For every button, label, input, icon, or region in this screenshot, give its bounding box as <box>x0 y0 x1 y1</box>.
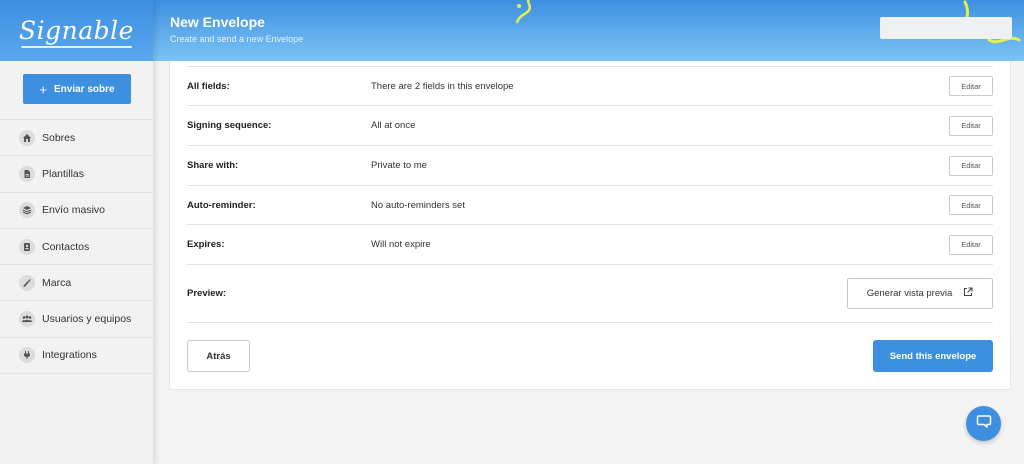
row-value: There are 2 fields in this envelope <box>371 80 514 92</box>
sidebar-item-integrations[interactable]: Integrations <box>0 338 153 375</box>
page-title: New Envelope <box>170 14 265 30</box>
sidebar-item-plantillas[interactable]: Plantillas <box>0 156 153 193</box>
sidebar-item-envio-masivo[interactable]: Envío masivo <box>0 193 153 229</box>
plus-icon: + <box>39 81 47 97</box>
external-link-icon <box>963 287 973 300</box>
users-icon <box>19 311 35 328</box>
send-envelope-label: Enviar sobre <box>54 83 115 95</box>
envelope-summary-card: All fields: There are 2 fields in this e… <box>169 61 1011 390</box>
page-header: New Envelope Create and send a new Envel… <box>153 0 1024 61</box>
edit-signing-sequence-button[interactable]: Editar <box>949 115 993 136</box>
chat-bubble-icon <box>976 413 992 434</box>
sidebar-item-contactos[interactable]: Contactos <box>0 229 153 266</box>
detail-row-all-fields: All fields: There are 2 fields in this e… <box>187 66 993 105</box>
row-value: Will not expire <box>371 239 431 250</box>
generate-preview-label: Generar vista previa <box>866 288 953 299</box>
row-value: Private to me <box>371 160 427 171</box>
sidebar-item-sobres[interactable]: Sobres <box>0 120 153 157</box>
edit-expires-button[interactable]: Editar <box>949 234 993 255</box>
plug-icon <box>19 347 35 364</box>
support-chat-button[interactable] <box>966 406 1001 441</box>
home-icon <box>19 129 35 146</box>
row-label: Signing sequence: <box>187 120 272 131</box>
sidebar-item-label: Marca <box>42 276 72 289</box>
logo-bar: Signable <box>0 0 153 61</box>
sidebar-item-marca[interactable]: Marca <box>0 265 153 302</box>
detail-row-signing-sequence: Signing sequence: All at once Editar <box>187 105 993 145</box>
row-label: Expires: <box>187 239 225 250</box>
sidebar-item-label: Usuarios y equipos <box>42 313 132 326</box>
send-envelope-submit-button[interactable]: Send this envelope <box>873 340 993 372</box>
back-button[interactable]: Atrás <box>187 340 250 372</box>
row-label: Share with: <box>187 160 239 171</box>
page-subtitle: Create and send a new Envelope <box>170 34 304 44</box>
detail-row-auto-reminder: Auto-reminder: No auto-reminders set Edi… <box>187 185 993 224</box>
detail-row-preview: Preview: Generar vista previa <box>187 264 993 323</box>
row-label: Auto-reminder: <box>187 199 256 211</box>
row-label: All fields: <box>187 80 230 92</box>
detail-row-expires: Expires: Will not expire Editar <box>187 224 993 264</box>
sidebar-item-label: Contactos <box>42 240 90 253</box>
sidebar-item-label: Sobres <box>42 131 76 144</box>
sidebar-nav: Sobres Plantillas Envío masivo Contactos… <box>0 119 153 375</box>
edit-fields-button[interactable]: Editar <box>949 76 993 96</box>
sidebar-item-label: Integrations <box>42 349 97 362</box>
stack-icon <box>19 202 35 219</box>
row-value: No auto-reminders set <box>371 199 465 211</box>
signable-logo[interactable]: Signable <box>19 16 134 48</box>
sidebar-item-usuarios-y-equipos[interactable]: Usuarios y equipos <box>0 301 153 338</box>
edit-auto-reminder-button[interactable]: Editar <box>949 195 993 215</box>
edit-share-with-button[interactable]: Editar <box>949 155 993 176</box>
document-icon <box>19 165 35 182</box>
brush-icon <box>19 274 35 291</box>
send-envelope-button[interactable]: + Enviar sobre <box>23 74 131 104</box>
contact-card-icon <box>19 238 35 255</box>
user-menu[interactable] <box>880 17 1012 39</box>
row-label: Preview: <box>187 288 227 299</box>
sidebar-item-label: Plantillas <box>42 167 85 180</box>
row-value: All at once <box>371 120 416 131</box>
sidebar: Signable + Enviar sobre Sobres Plantilla… <box>0 0 153 464</box>
sidebar-item-label: Envío masivo <box>42 204 106 217</box>
detail-row-share-with: Share with: Private to me Editar <box>187 145 993 185</box>
generate-preview-button[interactable]: Generar vista previa <box>847 278 993 309</box>
